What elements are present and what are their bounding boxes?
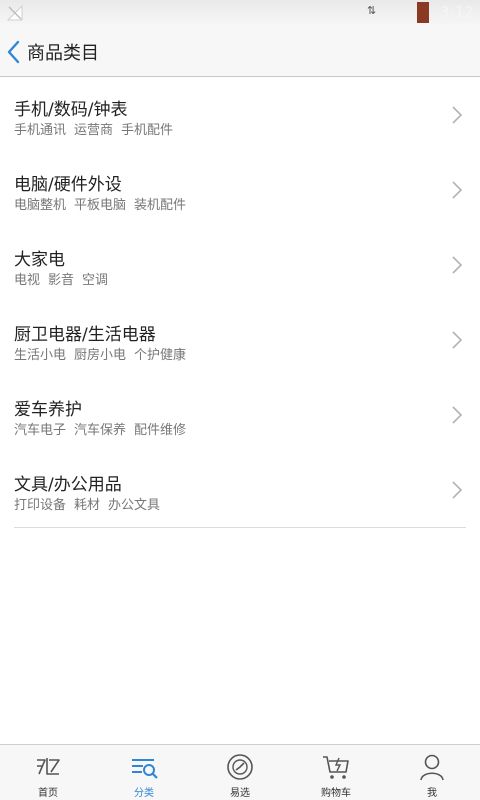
category-subtitles: 汽车电子 汽车保养 配件维修 <box>14 419 194 438</box>
subcategory-label: 手机配件 <box>121 123 174 138</box>
category-title: 爱车养护 <box>14 400 82 420</box>
category-item-kitchen[interactable]: 厨卫电器/生活电器 生活小电 厨房小电 个护健康 <box>0 302 480 377</box>
data-activity-icon: ⇅ <box>367 4 377 17</box>
category-item-computers[interactable]: 电脑/硬件外设 电脑整机 平板电脑 装机配件 <box>0 152 480 227</box>
subcategory-label: 运营商 <box>74 123 114 138</box>
user-icon <box>420 754 444 781</box>
category-title: 厨卫电器/生活电器 <box>14 325 156 345</box>
cart-icon <box>323 756 349 779</box>
category-item-appliances[interactable]: 大家电 电视 影音 空调 <box>0 227 480 302</box>
back-icon[interactable] <box>4 38 24 66</box>
tab-home[interactable]: 首页 <box>0 745 96 800</box>
tab-category[interactable]: 分类 <box>96 745 192 800</box>
category-item-car[interactable]: 爱车养护 汽车电子 汽车保养 配件维修 <box>0 377 480 452</box>
subcategory-label: 平板电脑 <box>74 198 127 213</box>
tab-label: 购物车 <box>321 788 351 799</box>
status-clock: 3:12 <box>440 3 474 21</box>
home-icon <box>37 758 60 775</box>
tab-me[interactable]: 我 <box>384 745 480 800</box>
status-bar: ⇅ 3:12 <box>0 0 480 25</box>
category-title: 手机/数码/钟表 <box>14 100 128 120</box>
subcategory-label: 汽车电子 <box>14 423 67 438</box>
tab-label: 易选 <box>230 788 250 799</box>
category-subtitles: 打印设备 耗材 办公文具 <box>14 494 168 513</box>
subcategory-label: 电脑整机 <box>14 198 67 213</box>
category-list: 手机/数码/钟表 手机通讯 运营商 手机配件 电脑/硬件外设 电脑整机 平板电脑 装机配… <box>0 77 480 527</box>
chevron-right-icon <box>452 406 463 424</box>
subcategory-label: 汽车保养 <box>74 423 127 438</box>
category-icon <box>132 759 158 779</box>
compass-icon <box>227 754 253 780</box>
tab-cart[interactable]: 购物车 <box>288 745 384 800</box>
category-subtitles: 电脑整机 平板电脑 装机配件 <box>14 194 194 213</box>
subcategory-label: 厨房小电 <box>74 348 127 363</box>
chevron-right-icon <box>452 481 463 499</box>
subcategory-label: 影音 <box>48 273 75 288</box>
subcategory-label: 生活小电 <box>14 348 67 363</box>
tab-label: 我 <box>427 788 437 799</box>
category-title: 文具/办公用品 <box>14 475 122 495</box>
subcategory-label: 耗材 <box>74 498 101 513</box>
category-item-office[interactable]: 文具/办公用品 打印设备 耗材 办公文具 <box>0 452 480 527</box>
subcategory-label: 配件维修 <box>134 423 187 438</box>
chevron-right-icon <box>452 331 463 349</box>
nav-bar: 商品类目 <box>0 25 480 77</box>
chevron-right-icon <box>452 181 463 199</box>
signal-icon <box>6 4 23 21</box>
subcategory-label: 个护健康 <box>134 348 187 363</box>
category-subtitles: 手机通讯 运营商 手机配件 <box>14 119 181 138</box>
chevron-right-icon <box>452 106 463 124</box>
tab-label: 首页 <box>38 788 58 799</box>
page-title: 商品类目 <box>27 43 99 64</box>
tab-bar: 首页 分类 易选 购物车 我 <box>0 744 480 800</box>
battery-icon <box>417 2 429 23</box>
subcategory-label: 打印设备 <box>14 498 67 513</box>
category-subtitles: 电视 影音 空调 <box>14 269 116 288</box>
category-title: 大家电 <box>14 250 65 270</box>
subcategory-label: 空调 <box>82 273 109 288</box>
chevron-right-icon <box>452 256 463 274</box>
tab-pick[interactable]: 易选 <box>192 745 288 800</box>
category-title: 电脑/硬件外设 <box>14 175 122 195</box>
subcategory-label: 手机通讯 <box>14 123 67 138</box>
category-subtitles: 生活小电 厨房小电 个护健康 <box>14 344 194 363</box>
category-item-phones[interactable]: 手机/数码/钟表 手机通讯 运营商 手机配件 <box>0 77 480 152</box>
list-divider <box>14 527 466 528</box>
tab-label: 分类 <box>134 788 154 799</box>
subcategory-label: 办公文具 <box>108 498 161 513</box>
subcategory-label: 电视 <box>14 273 41 288</box>
subcategory-label: 装机配件 <box>134 198 187 213</box>
